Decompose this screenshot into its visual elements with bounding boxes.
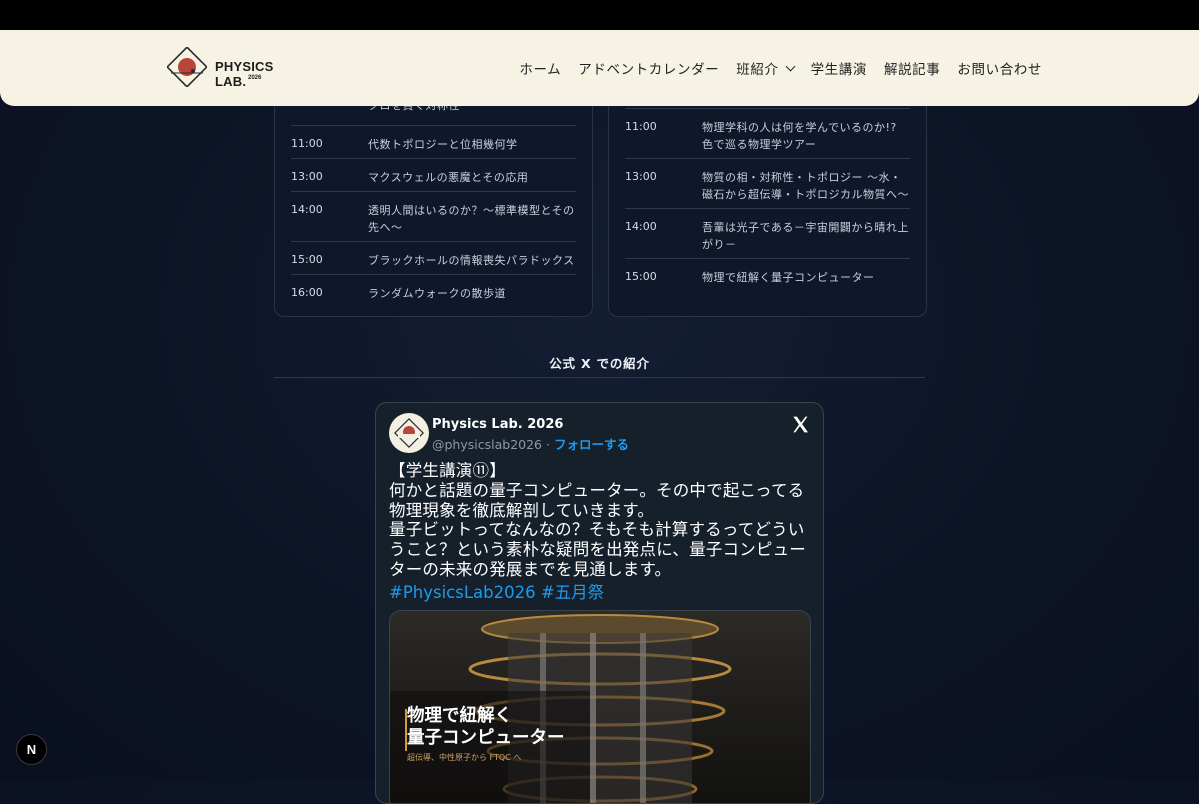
schedule-row: 13:00 物質の相・対称性・トポロジー 〜水・磁石から超伝導・トポロジカル物質… [625,158,910,201]
schedule-title: マクスウェルの悪魔とその応用 [368,171,529,184]
media-title: 物理で紐解く 量子コンピューター [407,706,565,748]
media-subtitle: 超伝導、中性原子から FTQC へ [407,753,522,762]
avatar[interactable] [389,413,429,453]
chevron-down-icon [785,61,796,71]
tweet-separator: · [542,437,554,452]
schedule-row: 11:00 代数トポロジーと位相幾何学 [291,125,576,151]
schedule-title: 吾輩は光子である－宇宙開闢から晴れ上がり－ [702,221,909,251]
follow-button[interactable]: フォローする [554,437,629,452]
schedule-time: 13:00 [291,170,323,183]
schedule-row: 13:00 マクスウェルの悪魔とその応用 [291,158,576,184]
nav-articles[interactable]: 解説記事 [884,58,940,78]
logo-year: 2026 [248,75,262,81]
site-header: PHYSICS LAB. 2026 ホーム アドベントカレンダー 班紹介 学生講… [0,30,1199,106]
embedded-tweet[interactable]: Physics Lab. 2026 @physicslab2026 · フォロー… [375,402,824,804]
nextjs-dev-badge[interactable]: N [16,734,47,765]
nav-contact[interactable]: お問い合わせ [957,58,1042,78]
nav-advent-calendar[interactable]: アドベントカレンダー [578,58,719,78]
logo-diamond-icon [167,47,207,87]
schedule-row: 11:00 物理学科の人は何を学んでいるのか!? 色で巡る物理学ツアー [625,108,910,151]
schedule-row: 15:00 物理で紐解く量子コンピューター [625,258,910,284]
top-black-bar [0,0,1199,30]
schedule-time: 15:00 [291,253,323,266]
tweet-author-line: @physicslab2026 · フォローする [432,434,629,453]
schedule-time: 16:00 [291,286,323,299]
x-logo-icon[interactable] [791,415,810,434]
schedule-row: 15:00 ブラックホールの情報喪失パラドックス [291,241,576,267]
logo-text: PHYSICS LAB. [215,59,274,89]
nav-teams[interactable]: 班紹介 [736,58,796,78]
schedule-row: 14:00 透明人間はいるのか？〜標準模型とその先へ〜 [291,191,576,234]
tweet-text: 【学生講演⑪】 何かと話題の量子コンピューター。その中で起こってる 物理現象を徹… [389,461,807,579]
tweet-media-image[interactable]: 物理で紐解く 量子コンピューター 超伝導、中性原子から FTQC へ [389,610,811,803]
site-logo[interactable]: PHYSICS LAB. 2026 [164,44,304,92]
schedule-time: 15:00 [625,270,657,283]
schedule-title: ブラックホールの情報喪失パラドックス [368,254,575,267]
nav-student-talks[interactable]: 学生講演 [811,58,867,78]
schedule-time: 11:00 [625,120,657,133]
schedule-title: ランダムウォークの散歩道 [368,287,506,300]
section-divider [274,377,925,378]
tweet-handle[interactable]: @physicslab2026 [432,437,542,452]
nav-teams-label: 班紹介 [736,62,779,78]
schedule-row: 16:00 ランダムウォークの散歩道 [291,274,576,300]
schedule-time: 14:00 [291,203,323,216]
tweet-author-name[interactable]: Physics Lab. 2026 [432,417,563,432]
nav-home[interactable]: ホーム [519,58,561,78]
schedule-time: 11:00 [291,137,323,150]
schedule-title: 物理で紐解く量子コンピューター [702,271,875,284]
avatar-logo-icon [394,418,424,448]
x-section-title: 公式 X での紹介 [549,356,650,371]
schedule-title: 物理学科の人は何を学んでいるのか!? 色で巡る物理学ツアー [702,121,897,151]
main-nav: ホーム アドベントカレンダー 班紹介 学生講演 解説記事 お問い合わせ [519,30,1042,106]
schedule-time: 13:00 [625,170,657,183]
schedule-row: 14:00 吾輩は光子である－宇宙開闢から晴れ上がり－ [625,208,910,251]
schedule-title: 透明人間はいるのか？〜標準模型とその先へ〜 [368,204,575,234]
schedule-title: 代数トポロジーと位相幾何学 [368,138,518,151]
tweet-hashtags[interactable]: #PhysicsLab2026 #五月祭 [389,579,604,603]
schedule-title: 物質の相・対称性・トポロジー 〜水・磁石から超伝導・トポロジカル物質へ〜 [702,171,909,201]
schedule-time: 14:00 [625,220,657,233]
